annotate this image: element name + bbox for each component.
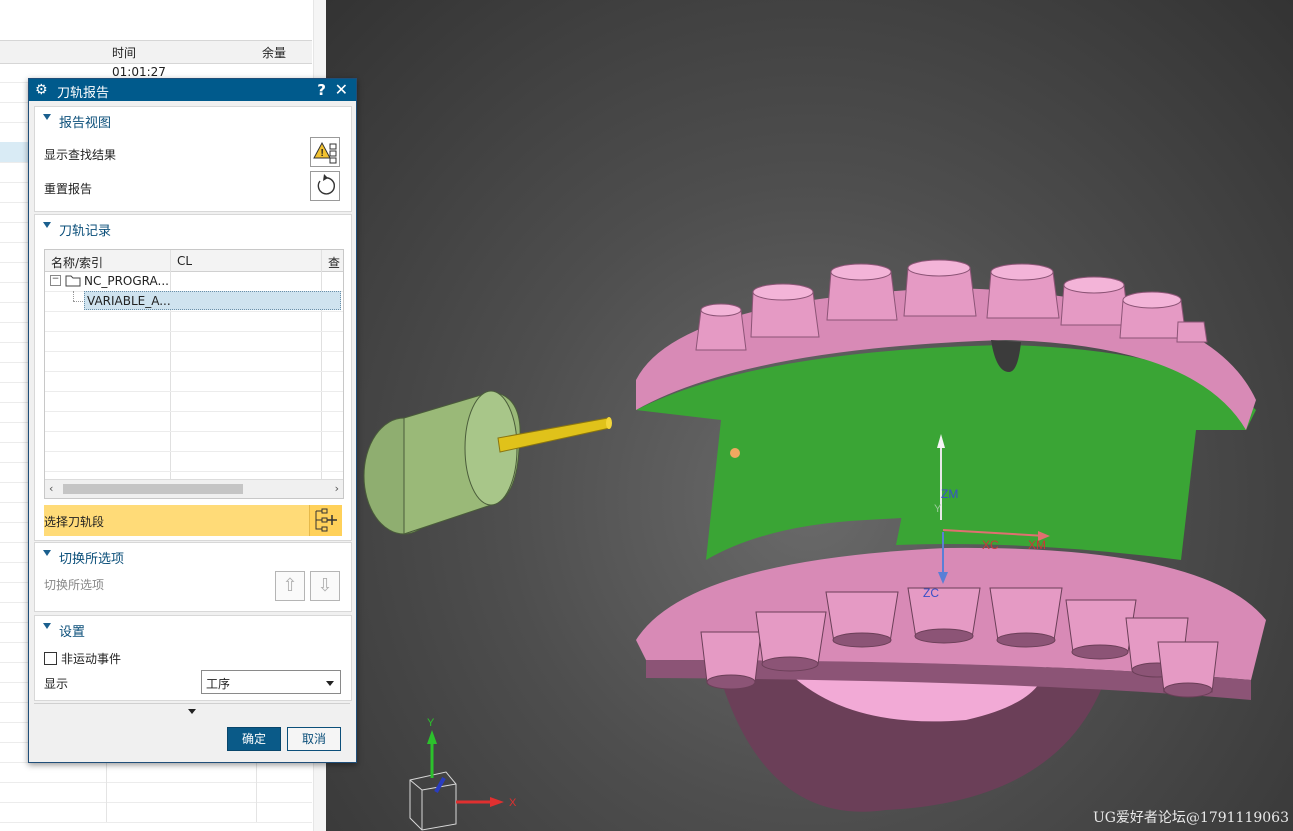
machined-floor [636,345,1256,560]
svg-text:X: X [509,797,517,809]
table-header: 时间 余量 [0,40,312,64]
svg-text:!: ! [321,148,324,159]
cancel-button[interactable]: 取消 [287,727,341,751]
report-view-section: 报告视图 显示查找结果 ! 重置报告 [34,106,352,212]
collapse-icon [43,550,51,556]
table-row[interactable] [0,762,312,783]
collapse-icon [43,114,51,120]
select-toolpath-segment[interactable]: 选择刀轨段 [44,505,342,536]
select-segment-label: 选择刀轨段 [44,515,105,529]
chevron-down-icon [326,681,334,686]
toolpath-records-section: 刀轨记录 名称/索引 CL 查 − NC_PROGRA... VARIABLE_… [34,214,352,541]
model-view: ZM Y XC XM ZC Y X [363,259,1266,831]
table-row[interactable] [45,371,343,392]
toolpath-records-header[interactable]: 刀轨记录 [35,215,351,241]
collapse-icon [43,222,51,228]
table-row[interactable]: VARIABLE_A... [45,291,343,312]
horizontal-scrollbar[interactable]: ‹ › [45,479,343,498]
collapse-toggle-icon[interactable]: − [50,275,61,286]
chevron-down-icon [188,709,196,714]
warning-list-icon: ! [313,141,337,164]
table-row[interactable]: − NC_PROGRA... [45,271,343,292]
toggle-selection-header[interactable]: 切换所选项 [35,543,351,569]
arrow-up-icon: ⇧ [282,575,298,596]
reset-report-label: 重置报告 [44,182,93,196]
select-segment-icon[interactable] [309,505,342,536]
more-options-toggle[interactable] [34,703,350,718]
display-select[interactable]: 工序 [201,670,341,694]
non-motion-events-checkbox[interactable] [44,652,57,665]
check-column-header[interactable]: 查 [328,254,340,271]
table-row[interactable] [45,451,343,472]
display-select-value: 工序 [206,677,231,691]
svg-text:XC: XC [982,538,999,552]
cl-column-header[interactable]: CL [177,254,192,268]
table-row[interactable] [0,782,312,803]
table-row[interactable] [45,311,343,332]
display-label: 显示 [44,677,69,691]
toggle-selection-section: 切换所选项 切换所选项 ⇧ ⇩ [34,542,352,612]
table-row[interactable] [45,431,343,452]
report-view-header[interactable]: 报告视图 [35,107,351,133]
close-button[interactable]: ✕ [335,80,348,99]
help-button[interactable]: ? [317,81,326,99]
gear-icon: ⚙ [35,82,48,98]
section-title: 报告视图 [59,116,112,131]
scrollbar-thumb[interactable] [63,484,243,494]
grid-header: 名称/索引 CL 查 [45,250,343,272]
non-motion-events-label: 非运动事件 [61,652,122,666]
table-row[interactable] [45,391,343,412]
show-results-button[interactable]: ! [310,137,340,167]
dialog-title: 刀轨报告 [57,86,110,101]
zm-label: ZM [941,487,958,501]
operation-name: VARIABLE_A... [87,294,171,308]
reset-report-button[interactable] [310,171,340,201]
view-triad: Y X [409,717,517,831]
name-column-header[interactable]: 名称/索引 [51,254,103,271]
move-down-button[interactable]: ⇩ [310,571,340,601]
move-up-button[interactable]: ⇧ [275,571,305,601]
dialog-titlebar[interactable]: ⚙ 刀轨报告 ? ✕ [29,79,356,101]
section-title: 刀轨记录 [59,224,112,239]
table-row[interactable] [45,331,343,352]
toggle-selection-label: 切换所选项 [44,578,105,592]
time-cell: 01:01:27 [112,65,166,79]
table-row[interactable] [45,411,343,432]
program-name: NC_PROGRA... [84,274,169,288]
graphics-viewport[interactable]: ZM Y XC XM ZC Y X UG爱好者论坛@1791119063 [326,0,1293,831]
time-column-header[interactable]: 时间 [112,44,136,61]
svg-text:Y: Y [427,717,435,729]
show-results-label: 显示查找结果 [44,148,117,162]
arrow-down-icon: ⇩ [317,575,333,596]
settings-section: 设置 非运动事件 显示 工序 [34,615,352,701]
folder-icon [65,275,81,287]
section-title: 设置 [59,625,86,640]
svg-text:Y: Y [934,503,942,515]
settings-header[interactable]: 设置 [35,616,351,642]
toolpath-report-dialog: ⚙ 刀轨报告 ? ✕ 报告视图 显示查找结果 ! 重置报告 刀轨记录 名称/索引… [28,78,357,763]
table-row[interactable] [45,351,343,372]
toolpath-grid[interactable]: 名称/索引 CL 查 − NC_PROGRA... VARIABLE_A... … [44,249,344,499]
watermark: UG爱好者论坛@1791119063 [1092,810,1289,826]
svg-text:ZC: ZC [923,586,939,600]
table-row[interactable] [0,802,312,823]
reset-icon [317,174,336,195]
ok-button[interactable]: 确定 [227,727,281,751]
section-title: 切换所选项 [59,552,125,567]
svg-text:XM: XM [1028,538,1046,552]
stock-column-header[interactable]: 余量 [262,44,286,61]
collapse-icon [43,623,51,629]
